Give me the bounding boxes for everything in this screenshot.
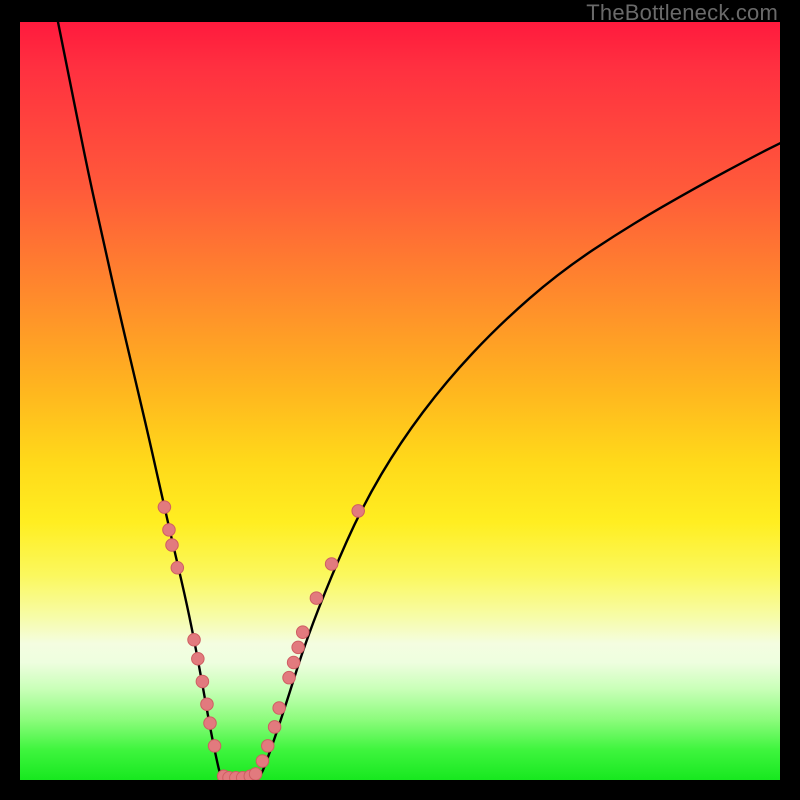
data-marker	[166, 539, 179, 552]
data-marker	[310, 592, 323, 605]
data-marker	[352, 505, 365, 518]
data-marker	[325, 558, 338, 571]
chart-frame: TheBottleneck.com	[0, 0, 800, 800]
data-marker	[283, 671, 296, 684]
data-marker	[296, 626, 309, 639]
data-marker	[204, 717, 217, 730]
data-marker	[192, 652, 205, 665]
data-marker	[208, 740, 221, 753]
data-marker	[158, 501, 171, 514]
data-marker	[273, 702, 286, 715]
data-marker	[268, 721, 281, 734]
plot-area	[20, 22, 780, 780]
bottleneck-curve	[58, 22, 780, 780]
data-marker	[292, 641, 305, 654]
data-marker	[171, 562, 184, 575]
data-marker	[256, 755, 269, 768]
data-marker	[196, 675, 209, 688]
curve-svg	[20, 22, 780, 780]
data-marker	[287, 656, 300, 669]
data-marker	[163, 524, 176, 537]
data-marker	[262, 740, 275, 753]
data-marker	[249, 768, 262, 780]
data-marker	[201, 698, 214, 711]
data-markers	[158, 501, 364, 780]
data-marker	[188, 634, 201, 647]
curve-path	[58, 22, 780, 780]
